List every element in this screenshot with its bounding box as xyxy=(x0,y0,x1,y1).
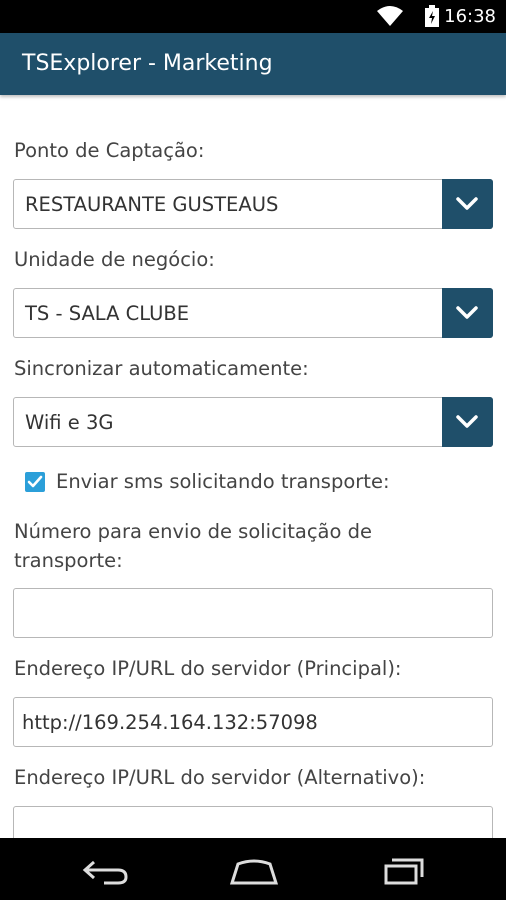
numero-envio-label-line1: Número para envio de solicitação de xyxy=(14,520,372,543)
sincronizar-select[interactable]: Wifi e 3G xyxy=(13,397,493,447)
sincronizar-label: Sincronizar automaticamente: xyxy=(14,357,309,380)
chevron-down-icon xyxy=(456,197,478,210)
unidade-negocio-dropdown-button[interactable] xyxy=(442,288,493,338)
ip-principal-label: Endereço IP/URL do servidor (Principal): xyxy=(14,657,402,680)
numero-envio-label-line2: transporte: xyxy=(14,549,123,572)
ponto-captacao-value: RESTAURANTE GUSTEAUS xyxy=(25,193,279,216)
chevron-down-icon xyxy=(456,415,478,428)
recent-apps-icon xyxy=(384,858,424,885)
ponto-captacao-dropdown-button[interactable] xyxy=(442,179,493,229)
ip-principal-value: http://169.254.164.132:57098 xyxy=(22,711,318,734)
status-time: 16:38 xyxy=(444,6,496,27)
app-title: TSExplorer - Marketing xyxy=(22,51,273,76)
ponto-captacao-select[interactable]: RESTAURANTE GUSTEAUS xyxy=(13,179,493,229)
wifi-icon xyxy=(376,5,404,27)
unidade-negocio-value: TS - SALA CLUBE xyxy=(25,302,190,325)
app-bar: TSExplorer - Marketing xyxy=(0,33,506,95)
sms-checkbox[interactable] xyxy=(25,472,45,492)
sincronizar-value: Wifi e 3G xyxy=(25,411,114,434)
back-icon xyxy=(82,860,128,885)
ponto-captacao-label: Ponto de Captação: xyxy=(14,139,205,162)
ip-alternativo-label: Endereço IP/URL do servidor (Alternativo… xyxy=(14,766,426,789)
ip-principal-input[interactable]: http://169.254.164.132:57098 xyxy=(13,697,493,747)
checkmark-icon xyxy=(27,475,43,488)
sms-checkbox-label[interactable]: Enviar sms solicitando transporte: xyxy=(56,470,390,493)
battery-icon xyxy=(424,5,440,27)
home-icon xyxy=(229,859,279,885)
sincronizar-dropdown-button[interactable] xyxy=(442,397,493,447)
back-button[interactable] xyxy=(74,850,134,888)
unidade-negocio-label: Unidade de negócio: xyxy=(14,248,215,271)
unidade-negocio-select[interactable]: TS - SALA CLUBE xyxy=(13,288,493,338)
navigation-bar xyxy=(0,838,506,900)
chevron-down-icon xyxy=(456,306,478,319)
numero-envio-input[interactable] xyxy=(13,588,493,638)
home-button[interactable] xyxy=(224,850,284,888)
recent-apps-button[interactable] xyxy=(374,850,434,888)
status-bar: 16:38 xyxy=(0,0,506,33)
